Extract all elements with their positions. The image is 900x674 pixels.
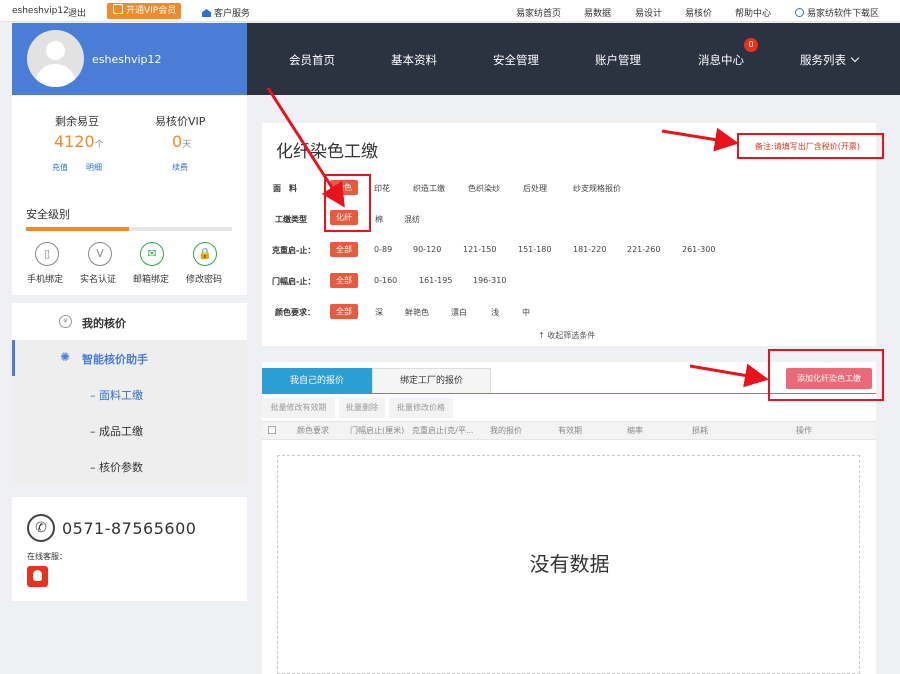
arrow-to-note: [661, 127, 739, 152]
annotation-arrows: [266, 87, 769, 388]
arrow-to-add: [689, 363, 769, 388]
arrow-to-fabric: [266, 87, 345, 208]
